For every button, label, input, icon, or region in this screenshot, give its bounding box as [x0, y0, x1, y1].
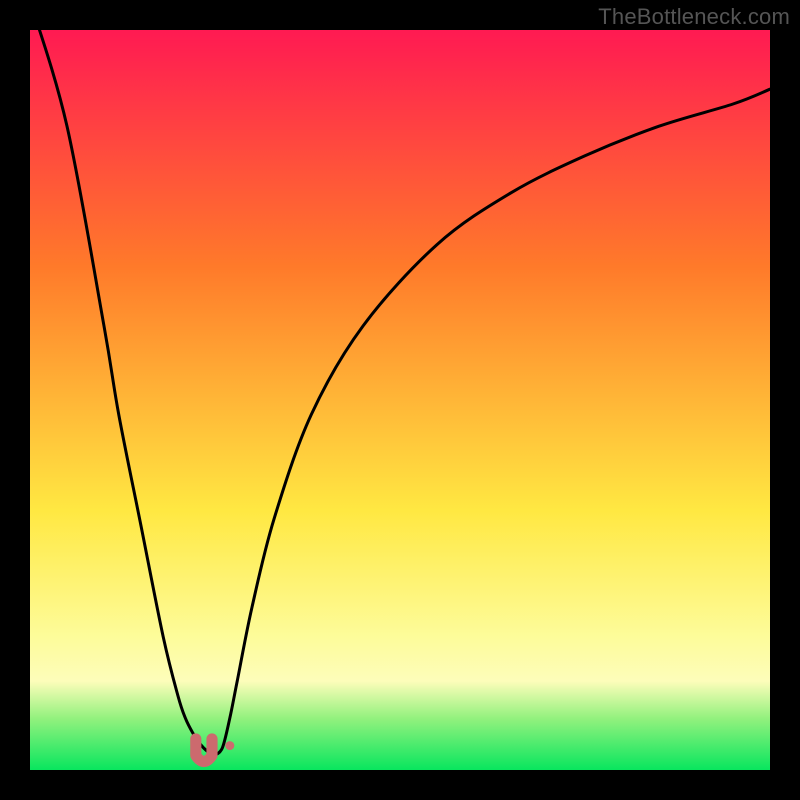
plot-background [30, 30, 770, 770]
marker-dot [225, 741, 234, 750]
chart-frame: TheBottleneck.com [0, 0, 800, 800]
bottleneck-chart [0, 0, 800, 800]
attribution-text: TheBottleneck.com [598, 4, 790, 30]
